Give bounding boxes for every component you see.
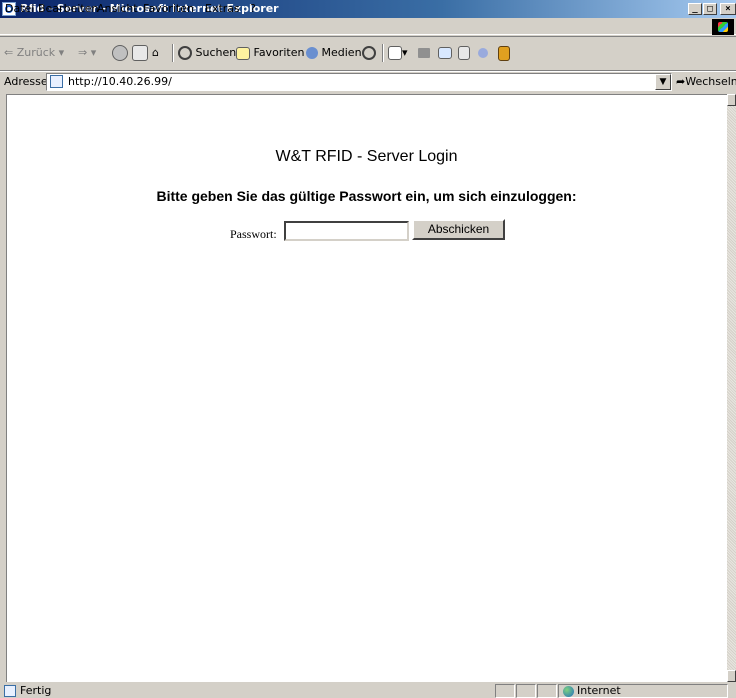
- status-pane: [495, 684, 515, 698]
- scroll-up-button[interactable]: [727, 94, 736, 106]
- menu-extras[interactable]: Extras: [205, 3, 240, 15]
- search-button[interactable]: Suchen: [178, 45, 236, 61]
- status-page-icon: [4, 685, 16, 697]
- messenger-button[interactable]: [478, 45, 488, 61]
- refresh-icon: [132, 45, 148, 61]
- minimize-button[interactable]: _: [688, 3, 702, 15]
- menu-favoriten[interactable]: Favoriten: [143, 3, 194, 15]
- print-icon: [418, 48, 430, 58]
- internet-zone-icon: [563, 686, 574, 697]
- research-button[interactable]: [498, 45, 510, 61]
- stop-icon: [112, 45, 128, 61]
- forward-arrow-icon: ⇒: [78, 46, 88, 59]
- research-icon: [498, 45, 510, 61]
- submit-button[interactable]: Abschicken: [412, 219, 505, 240]
- refresh-button[interactable]: [132, 45, 148, 61]
- media-button[interactable]: Medien: [306, 45, 362, 61]
- history-button[interactable]: [362, 45, 376, 61]
- password-label: Passwort:: [230, 227, 277, 241]
- mail-button[interactable]: ▾: [388, 45, 408, 61]
- search-icon: [178, 46, 192, 60]
- close-icon: ×: [725, 4, 731, 14]
- back-dropdown-icon[interactable]: ▾: [59, 46, 65, 59]
- media-icon: [306, 47, 318, 59]
- back-arrow-icon: ⇐: [4, 46, 14, 59]
- menu-ansicht[interactable]: Ansicht: [97, 3, 138, 15]
- minimize-icon: _: [692, 4, 698, 14]
- messenger-icon: [478, 48, 488, 58]
- close-button[interactable]: ×: [720, 3, 736, 15]
- forward-dropdown-icon[interactable]: ▾: [91, 46, 97, 59]
- status-text: Fertig: [20, 684, 52, 697]
- back-button[interactable]: ⇐ Zurück ▾: [4, 45, 64, 61]
- back-label: Zurück: [16, 46, 56, 59]
- vertical-scrollbar[interactable]: [727, 94, 736, 682]
- address-url[interactable]: http://10.40.26.99/: [68, 75, 172, 89]
- toolbar-separator: [382, 44, 384, 62]
- login-instructions: Bitte geben Sie das gültige Passwort ein…: [156, 188, 577, 204]
- home-icon: ⌂: [152, 46, 159, 59]
- maximize-icon: □: [707, 4, 713, 14]
- search-label: Suchen: [195, 46, 237, 59]
- discuss-icon: [458, 46, 470, 60]
- favorites-icon: [236, 46, 250, 60]
- history-icon: [362, 46, 376, 60]
- menu-datei[interactable]: Datei: [5, 3, 34, 15]
- print-button[interactable]: [418, 45, 430, 61]
- mail-dropdown-icon[interactable]: ▾: [402, 46, 408, 59]
- status-pane: [537, 684, 557, 698]
- discuss-button[interactable]: [458, 45, 470, 61]
- go-button[interactable]: ➦Wechseln zu: [676, 75, 736, 89]
- menu-bearbeiten[interactable]: Bearbeiten: [38, 3, 98, 15]
- menu-bar: [0, 18, 736, 35]
- address-dropdown-icon[interactable]: ▼: [655, 74, 671, 90]
- page-title: W&T RFID - Server Login: [275, 148, 458, 165]
- page-content: [6, 94, 727, 682]
- status-pane: [516, 684, 536, 698]
- edit-icon: [438, 47, 452, 59]
- scroll-down-button[interactable]: [727, 670, 736, 682]
- menu-help[interactable]: ?: [250, 3, 256, 15]
- home-button[interactable]: ⌂: [152, 45, 159, 61]
- password-field[interactable]: [284, 221, 409, 241]
- page-icon: [50, 75, 63, 88]
- address-label: Adresse: [4, 75, 48, 88]
- favorites-button[interactable]: Favoriten: [236, 45, 304, 61]
- media-label: Medien: [321, 46, 362, 59]
- stop-button[interactable]: [112, 45, 128, 61]
- zone-text: Internet: [577, 684, 621, 697]
- go-label: Wechseln zu: [685, 75, 736, 88]
- maximize-button[interactable]: □: [703, 3, 717, 15]
- favorites-label: Favoriten: [253, 46, 305, 59]
- mail-icon: [388, 46, 402, 60]
- go-arrow-icon: ➦: [676, 75, 686, 88]
- edit-button[interactable]: [438, 45, 452, 61]
- forward-button[interactable]: ⇒ ▾: [78, 45, 96, 61]
- toolbar-separator: [172, 44, 174, 62]
- windows-logo-icon: [712, 19, 734, 35]
